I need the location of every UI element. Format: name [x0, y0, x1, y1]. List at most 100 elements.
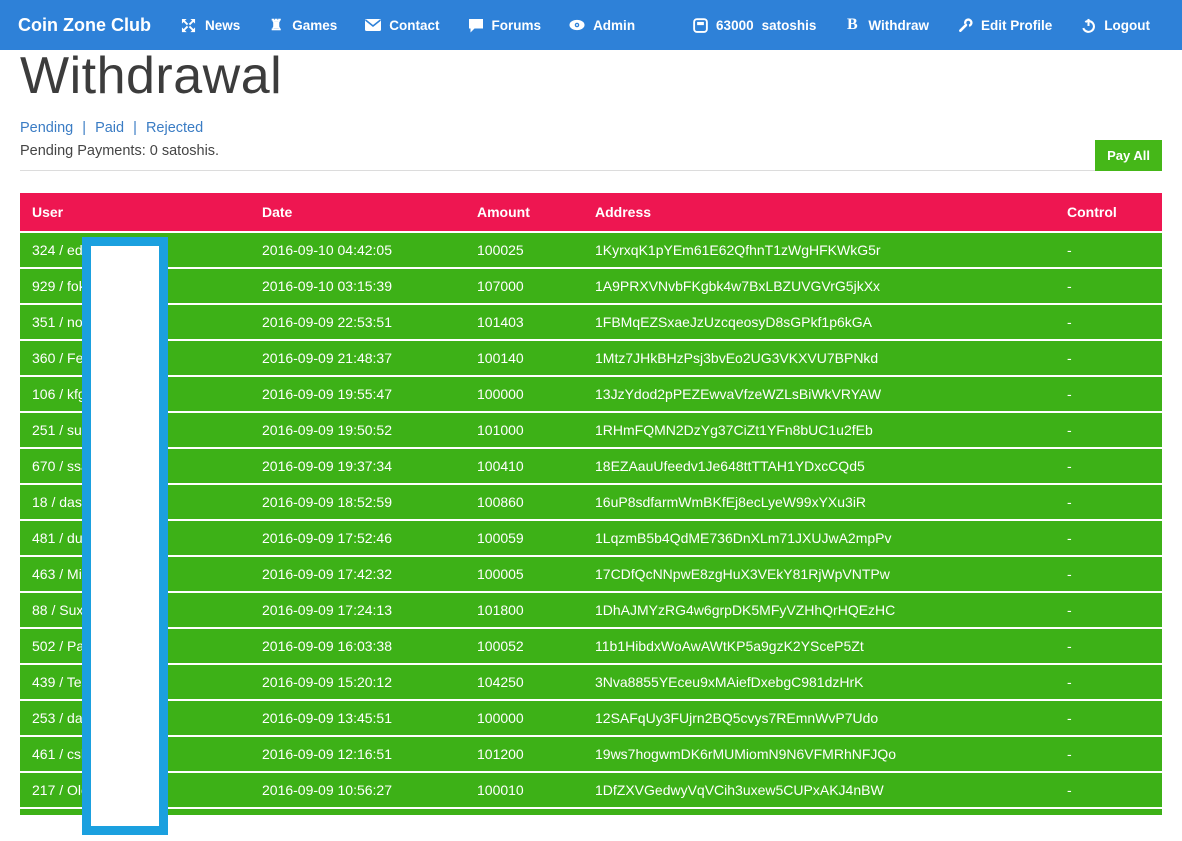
row-address-cell: 1Mtz7JHkBHzPsj3bvEo2UG3VKXVU7BPNkd: [595, 350, 879, 367]
redaction-box: [82, 237, 168, 835]
withdrawals-table: User Date Amount Address Control 324 / e…: [20, 193, 1162, 816]
row-amount-cell: 101200: [477, 746, 524, 763]
table-row: 463 / Mil 2016-09-09 17:42:32 100005 17C…: [20, 555, 1162, 592]
row-amount-cell: 100410: [477, 458, 524, 475]
nav-item-logout[interactable]: Logout: [1066, 17, 1164, 33]
row-control-cell: -: [1067, 494, 1072, 511]
row-amount-cell: 100000: [477, 386, 524, 403]
navbar-right: 63000 satoshis B Withdraw Edit Profile L…: [678, 16, 1164, 33]
row-amount-cell: 100005: [477, 566, 524, 583]
divider-rule: Pay All: [20, 140, 1162, 172]
row-control-cell: -: [1067, 386, 1072, 403]
column-header-amount: Amount: [477, 204, 530, 221]
row-address-cell: 18EZAauUfeedv1Je648ttTTAH1YDxcCQd5: [595, 458, 865, 475]
wrench-icon: [957, 17, 973, 33]
table-row: 106 / kfg 2016-09-09 19:55:47 100000 13J…: [20, 375, 1162, 412]
row-control-cell: -: [1067, 278, 1072, 295]
navbar-left: Coin Zone Club News ♜ Games Contact Foru…: [18, 15, 649, 36]
nav-item-forums[interactable]: Forums: [454, 17, 556, 33]
nav-item-games[interactable]: ♜ Games: [254, 17, 351, 33]
row-amount-cell: 100000: [477, 710, 524, 727]
row-date-cell: 2016-09-09 19:50:52: [262, 422, 392, 439]
row-date-cell: 2016-09-09 15:20:12: [262, 674, 392, 691]
table-row: 670 / ssa 2016-09-09 19:37:34 100410 18E…: [20, 447, 1162, 484]
row-address-cell: 1KyrxqK1pYEm61E62QfhnT1zWgHFKWkG5r: [595, 242, 881, 259]
filter-link-pending[interactable]: Pending: [20, 120, 73, 136]
table-row-partial: [20, 807, 1162, 816]
row-address-cell: 1A9PRXVNvbFKgbk4w7BxLBZUVGVrG5jkXx: [595, 278, 881, 295]
row-date-cell: 2016-09-09 19:55:47: [262, 386, 392, 403]
row-control-cell: -: [1067, 242, 1072, 259]
row-date-cell: 2016-09-09 17:52:46: [262, 530, 392, 547]
row-address-cell: 17CDfQcNNpwE8zgHuX3VEkY81RjWpVNTPw: [595, 566, 890, 583]
nav-item-label: Admin: [593, 17, 636, 33]
row-control-cell: -: [1067, 674, 1072, 691]
row-date-cell: 2016-09-09 10:56:27: [262, 782, 392, 799]
filter-separator: |: [133, 120, 137, 137]
table-row: 351 / no 2016-09-09 22:53:51 101403 1FBM…: [20, 303, 1162, 340]
pending-summary: Pending Payments: 0 satoshis.: [20, 143, 220, 160]
power-icon: [1080, 17, 1096, 33]
nav-item-label: Withdraw: [868, 17, 929, 33]
table-row: 18 / das 2016-09-09 18:52:59 100860 16uP…: [20, 483, 1162, 520]
row-control-cell: -: [1067, 458, 1072, 475]
row-date-cell: 2016-09-09 19:37:34: [262, 458, 392, 475]
expand-arrows-icon: [181, 17, 197, 33]
nav-item-news[interactable]: News: [167, 17, 254, 33]
row-address-cell: 19ws7hogwmDK6rMUMiomN9N6VFMRhNFJQo: [595, 746, 897, 763]
table-row: 461 / csk 2016-09-09 12:16:51 101200 19w…: [20, 735, 1162, 772]
nav-item-label: Edit Profile: [981, 17, 1053, 33]
row-amount-cell: 104250: [477, 674, 524, 691]
nav-item-contact[interactable]: Contact: [351, 17, 453, 33]
row-amount-cell: 100860: [477, 494, 524, 511]
wallet-icon: [692, 17, 708, 33]
row-amount-cell: 100052: [477, 638, 524, 655]
filter-separator: |: [82, 120, 87, 137]
row-address-cell: 1RHmFQMN2DzYg37CiZt1YFn8bUC1u2fEb: [595, 422, 873, 439]
nav-item-admin[interactable]: Admin: [555, 17, 649, 33]
row-date-cell: 2016-09-09 17:24:13: [262, 602, 392, 619]
table-row: 88 / Sux 2016-09-09 17:24:13 101800 1DhA…: [20, 591, 1162, 628]
row-control-cell: -: [1067, 710, 1072, 727]
eye-icon: [569, 17, 585, 33]
row-date-cell: 2016-09-10 04:42:05: [262, 242, 392, 259]
row-date-cell: 2016-09-09 13:45:51: [262, 710, 392, 727]
nav-item-edit-profile[interactable]: Edit Profile: [943, 17, 1066, 33]
filter-link-rejected[interactable]: Rejected: [146, 120, 203, 136]
filter-link-paid[interactable]: Paid: [95, 120, 124, 136]
table-row: 251 / sux 2016-09-09 19:50:52 101000 1RH…: [20, 411, 1162, 448]
nav-item-withdraw[interactable]: B Withdraw: [830, 16, 943, 33]
balance-unit: satoshis: [761, 17, 817, 33]
row-amount-cell: 101000: [477, 422, 524, 439]
pay-all-button[interactable]: Pay All: [1095, 140, 1162, 172]
nav-item-label: Contact: [389, 17, 440, 33]
row-date-cell: 2016-09-09 16:03:38: [262, 638, 392, 655]
nav-item-label: Logout: [1104, 17, 1150, 33]
page-content: Withdrawal Pending | Paid | Rejected Pen…: [0, 49, 1182, 816]
row-date-cell: 2016-09-09 18:52:59: [262, 494, 392, 511]
balance-indicator[interactable]: 63000 satoshis: [678, 17, 830, 33]
row-control-cell: -: [1067, 422, 1072, 439]
column-header-date: Date: [262, 204, 293, 221]
status-filters: Pending | Paid | Rejected: [20, 120, 1162, 136]
row-amount-cell: 100025: [477, 242, 524, 259]
row-address-cell: 1DhAJMYzRG4w6grpDK5MFyVZHhQrHQEzHC: [595, 602, 896, 619]
row-date-cell: 2016-09-09 12:16:51: [262, 746, 392, 763]
row-date-cell: 2016-09-09 21:48:37: [262, 350, 392, 367]
row-control-cell: -: [1067, 566, 1072, 583]
brand-logo[interactable]: Coin Zone Club: [18, 15, 151, 36]
table-row: 439 / Te 2016-09-09 15:20:12 104250 3Nva…: [20, 663, 1162, 700]
row-amount-cell: 100010: [477, 782, 524, 799]
row-amount-cell: 100140: [477, 350, 524, 367]
table-row: 481 / du 2016-09-09 17:52:46 100059 1Lqz…: [20, 519, 1162, 556]
table-row: 360 / Fel 2016-09-09 21:48:37 100140 1Mt…: [20, 339, 1162, 376]
table-row: 324 / ed 2016-09-10 04:42:05 100025 1Kyr…: [20, 231, 1162, 268]
row-amount-cell: 107000: [477, 278, 524, 295]
row-date-cell: 2016-09-09 22:53:51: [262, 314, 392, 331]
chess-rook-icon: ♜: [269, 16, 283, 34]
row-control-cell: -: [1067, 530, 1072, 547]
column-header-address: Address: [595, 204, 652, 221]
table-row: 929 / fok 2016-09-10 03:15:39 107000 1A9…: [20, 267, 1162, 304]
table-body: 324 / ed 2016-09-10 04:42:05 100025 1Kyr…: [20, 231, 1162, 808]
bitcoin-icon: B: [847, 16, 858, 33]
